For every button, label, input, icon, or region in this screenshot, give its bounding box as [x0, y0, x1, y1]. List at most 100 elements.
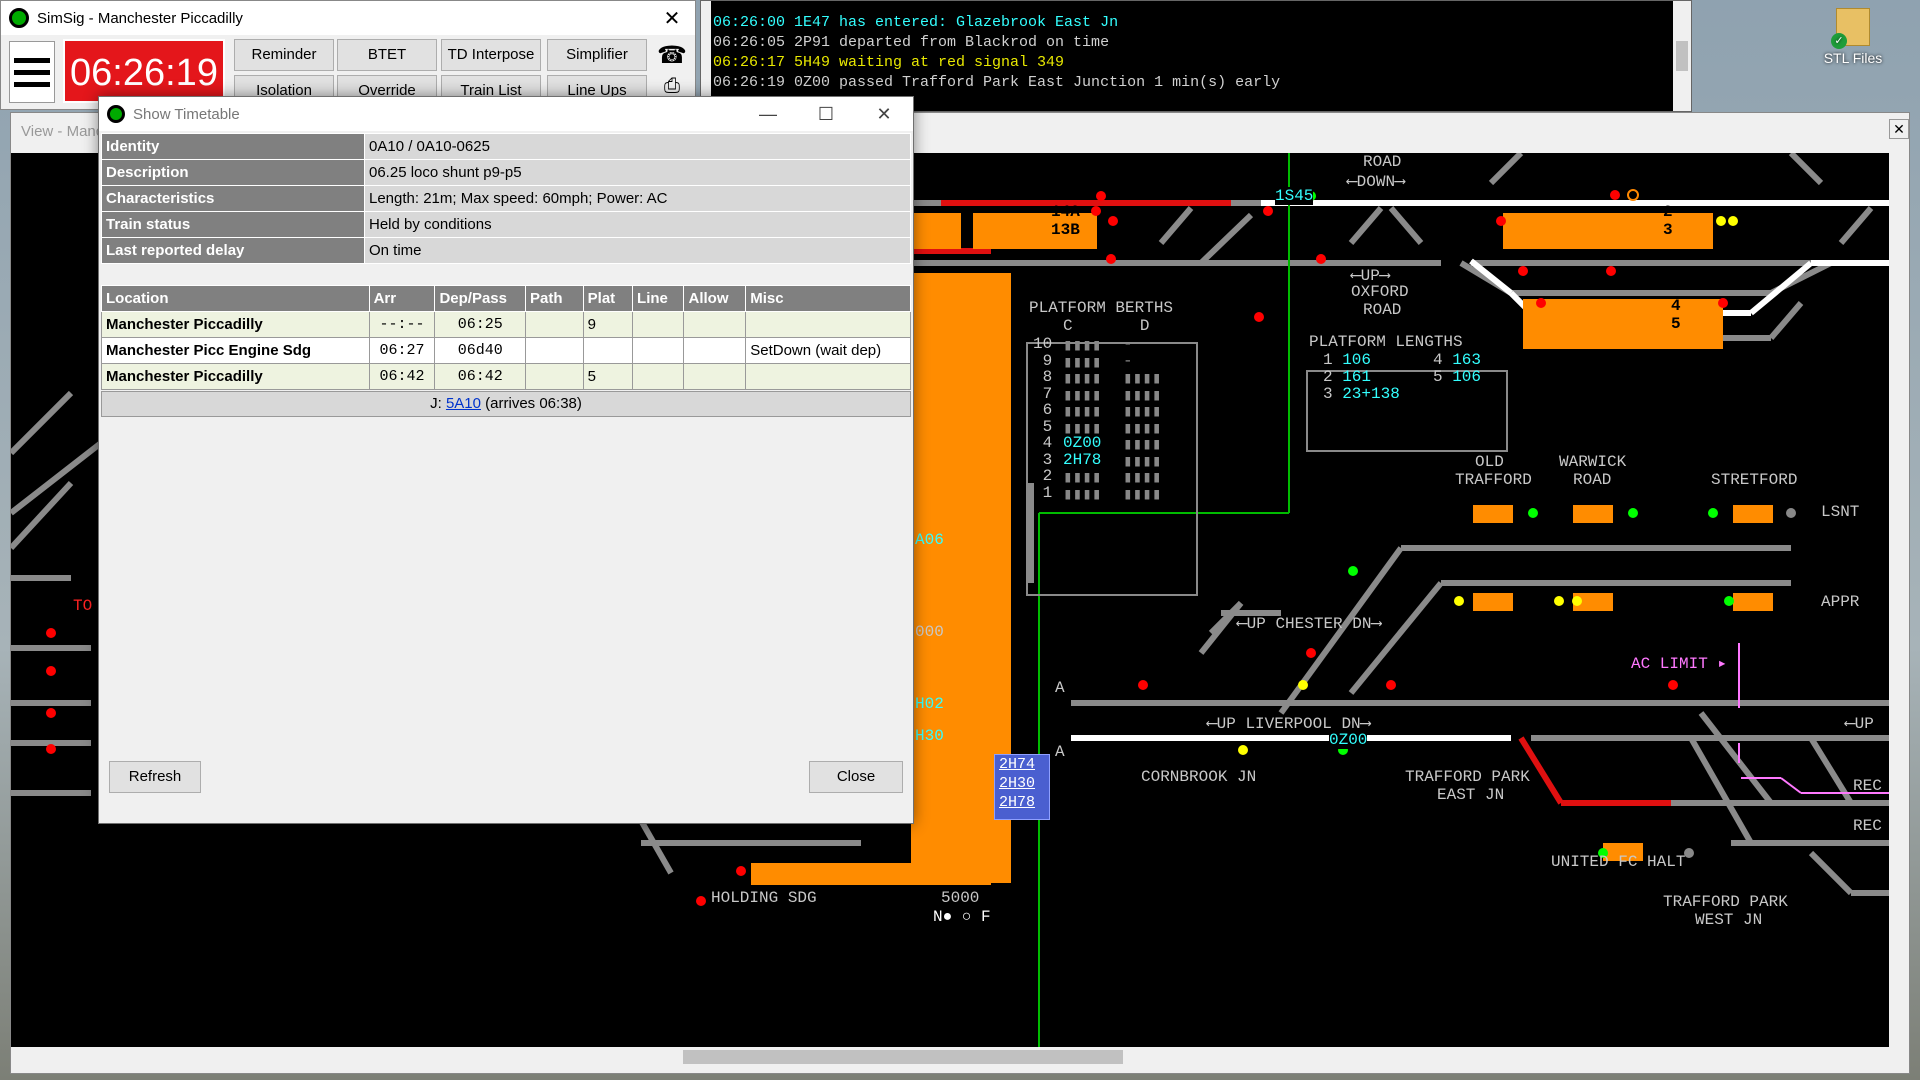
- simsig-app-icon: [9, 8, 29, 28]
- to-label: TO: [73, 597, 93, 615]
- berth-h02[interactable]: H02: [915, 695, 944, 713]
- column-header[interactable]: Allow: [683, 285, 747, 312]
- platform-length-entry: 3 23+138: [1323, 385, 1400, 403]
- berth-0z00[interactable]: 0Z00: [1329, 731, 1368, 749]
- platform-number: 9: [1033, 351, 1053, 370]
- table-row[interactable]: Manchester Picc Engine Sdg 06:27 06d40 SetD…: [101, 337, 911, 364]
- berth-14a[interactable]: 14A: [1051, 203, 1080, 221]
- warwick-road-label: WARWICK: [1559, 453, 1627, 471]
- ac-limit-label: AC LIMIT ▸: [1631, 655, 1728, 673]
- main-window-title: SimSig - Manchester Piccadilly: [37, 9, 243, 27]
- simsig-app-icon: [107, 105, 125, 123]
- platform-lengths-title: PLATFORM LENGTHS: [1309, 333, 1463, 351]
- close-icon[interactable]: ✕: [855, 104, 913, 125]
- close-button[interactable]: Close: [809, 761, 903, 793]
- close-icon[interactable]: ✕: [1889, 119, 1909, 139]
- message-line: 06:26:19 0Z00 passed Trafford Park East …: [713, 74, 1281, 91]
- simsig-main-window: SimSig - Manchester Piccadilly ✕ 06:26:1…: [0, 0, 696, 110]
- cornbrook-jn-label: CORNBROOK JN: [1141, 768, 1257, 786]
- table-cell: [582, 337, 634, 364]
- timetable-title: Show Timetable: [133, 105, 240, 123]
- table-cell: [745, 363, 911, 390]
- column-header[interactable]: Dep/Pass: [434, 285, 527, 312]
- platform-length-entry: 4 163: [1433, 351, 1482, 369]
- up-chester-label: ⟵UP CHESTER DN⟶: [1237, 615, 1382, 633]
- platform-berths-title: PLATFORM BERTHS: [1029, 299, 1174, 317]
- berth-h30[interactable]: H30: [915, 727, 944, 745]
- main-titlebar[interactable]: SimSig - Manchester Piccadilly ✕: [1, 1, 695, 35]
- train-info-table: Identity 0A10 / 0A10-0625 Description 06.25…: [101, 133, 911, 264]
- telephone-icon[interactable]: ☎: [654, 41, 690, 71]
- btet-button[interactable]: BTET: [337, 39, 437, 71]
- info-value: 06.25 loco shunt p9-p5: [364, 159, 911, 186]
- berth-000[interactable]: 000: [915, 623, 944, 641]
- table-cell: [525, 363, 584, 390]
- platform-berth-d[interactable]: -: [1123, 352, 1133, 370]
- platform-berth-c[interactable]: 0Z00: [1063, 434, 1101, 452]
- close-icon[interactable]: ✕: [649, 6, 695, 31]
- message-scrollbar[interactable]: [1673, 1, 1691, 111]
- table-cell: 06d40: [434, 337, 527, 364]
- platform-number: 2: [1033, 467, 1053, 485]
- timetable-titlebar[interactable]: Show Timetable — ☐ ✕: [99, 97, 913, 131]
- message-log-edge: [701, 1, 711, 111]
- table-row[interactable]: Manchester Piccadilly 06:42 06:42 5: [101, 363, 911, 390]
- table-cell: Manchester Piccadilly: [101, 311, 370, 338]
- column-header[interactable]: Arr: [368, 285, 436, 312]
- table-cell: 5: [582, 363, 634, 390]
- table-cell: [745, 311, 911, 338]
- appr-label: APPR: [1821, 593, 1860, 611]
- a-marker-right: A: [1055, 743, 1065, 761]
- minimize-icon[interactable]: —: [739, 104, 797, 125]
- vertical-scrollbar[interactable]: [1889, 153, 1909, 1048]
- table-cell: Manchester Piccadilly: [101, 363, 370, 390]
- platform-berth-d[interactable]: -: [1123, 335, 1133, 353]
- horizontal-scrollbar[interactable]: [11, 1047, 1891, 1067]
- berth-a06[interactable]: A06: [915, 531, 944, 549]
- sim-clock[interactable]: 06:26:19: [63, 39, 225, 103]
- table-cell: 06:42: [434, 363, 527, 390]
- berth-1s45[interactable]: 1S45: [1275, 187, 1314, 205]
- nof-indicator[interactable]: N● ○ F: [933, 908, 991, 926]
- reminder-button[interactable]: Reminder: [234, 39, 334, 71]
- table-row[interactable]: Manchester Piccadilly --:-- 06:25 9: [101, 311, 911, 338]
- platform-number: 1: [1033, 483, 1053, 502]
- info-row: Last reported delay On time: [101, 237, 911, 264]
- platform-berth-d[interactable]: ▮▮▮▮: [1123, 484, 1162, 504]
- road-down-label: ROAD: [1363, 153, 1402, 171]
- platform-berth-c[interactable]: ▮▮▮▮: [1063, 484, 1102, 504]
- table-cell: [683, 311, 747, 338]
- menu-icon[interactable]: [9, 41, 55, 103]
- berth-popup[interactable]: 2H74 2H30 2H78: [994, 754, 1050, 820]
- desktop-folder-icon[interactable]: ✓ STL Files: [1808, 8, 1898, 66]
- platform-2-label: 2: [1663, 203, 1673, 221]
- platform-length-entry: 1 106: [1323, 351, 1372, 369]
- column-header[interactable]: Misc: [745, 285, 911, 312]
- info-value: Held by conditions: [364, 211, 911, 238]
- berth-13b[interactable]: 13B: [1051, 221, 1080, 239]
- td-interpose-button[interactable]: TD Interpose: [441, 39, 541, 71]
- column-header[interactable]: Line: [632, 285, 685, 312]
- maximize-icon[interactable]: ☐: [797, 104, 855, 125]
- platform-number: 3: [1033, 450, 1053, 469]
- column-header[interactable]: Location: [101, 285, 370, 312]
- next-working-link[interactable]: 5A10: [446, 395, 481, 412]
- column-header[interactable]: Plat: [582, 285, 634, 312]
- up-oxford-label: ⟵UP⟶: [1351, 267, 1390, 285]
- platform-berth-c[interactable]: 2H78: [1063, 451, 1101, 469]
- table-cell: [632, 363, 685, 390]
- refresh-button[interactable]: Refresh: [109, 761, 201, 793]
- trafford-park-west-label: TRAFFORD PARK: [1663, 893, 1788, 911]
- table-cell: [632, 311, 685, 338]
- show-timetable-dialog: Show Timetable — ☐ ✕ Identity 0A10 / 0A10…: [98, 96, 914, 824]
- rec-label-2: REC: [1853, 817, 1882, 835]
- popup-berth-link[interactable]: 2H78: [995, 793, 1049, 812]
- holding-sdg-label: HOLDING SDG: [711, 889, 817, 907]
- column-header[interactable]: Path: [525, 285, 584, 312]
- simplifier-button[interactable]: Simplifier: [547, 39, 647, 71]
- a-marker-left: A: [1055, 679, 1065, 697]
- popup-berth-link[interactable]: 2H30: [995, 774, 1049, 793]
- popup-berth-link[interactable]: 2H74: [995, 755, 1049, 774]
- folder-icon: ✓: [1831, 8, 1870, 49]
- number-5000-label: 5000: [941, 889, 980, 907]
